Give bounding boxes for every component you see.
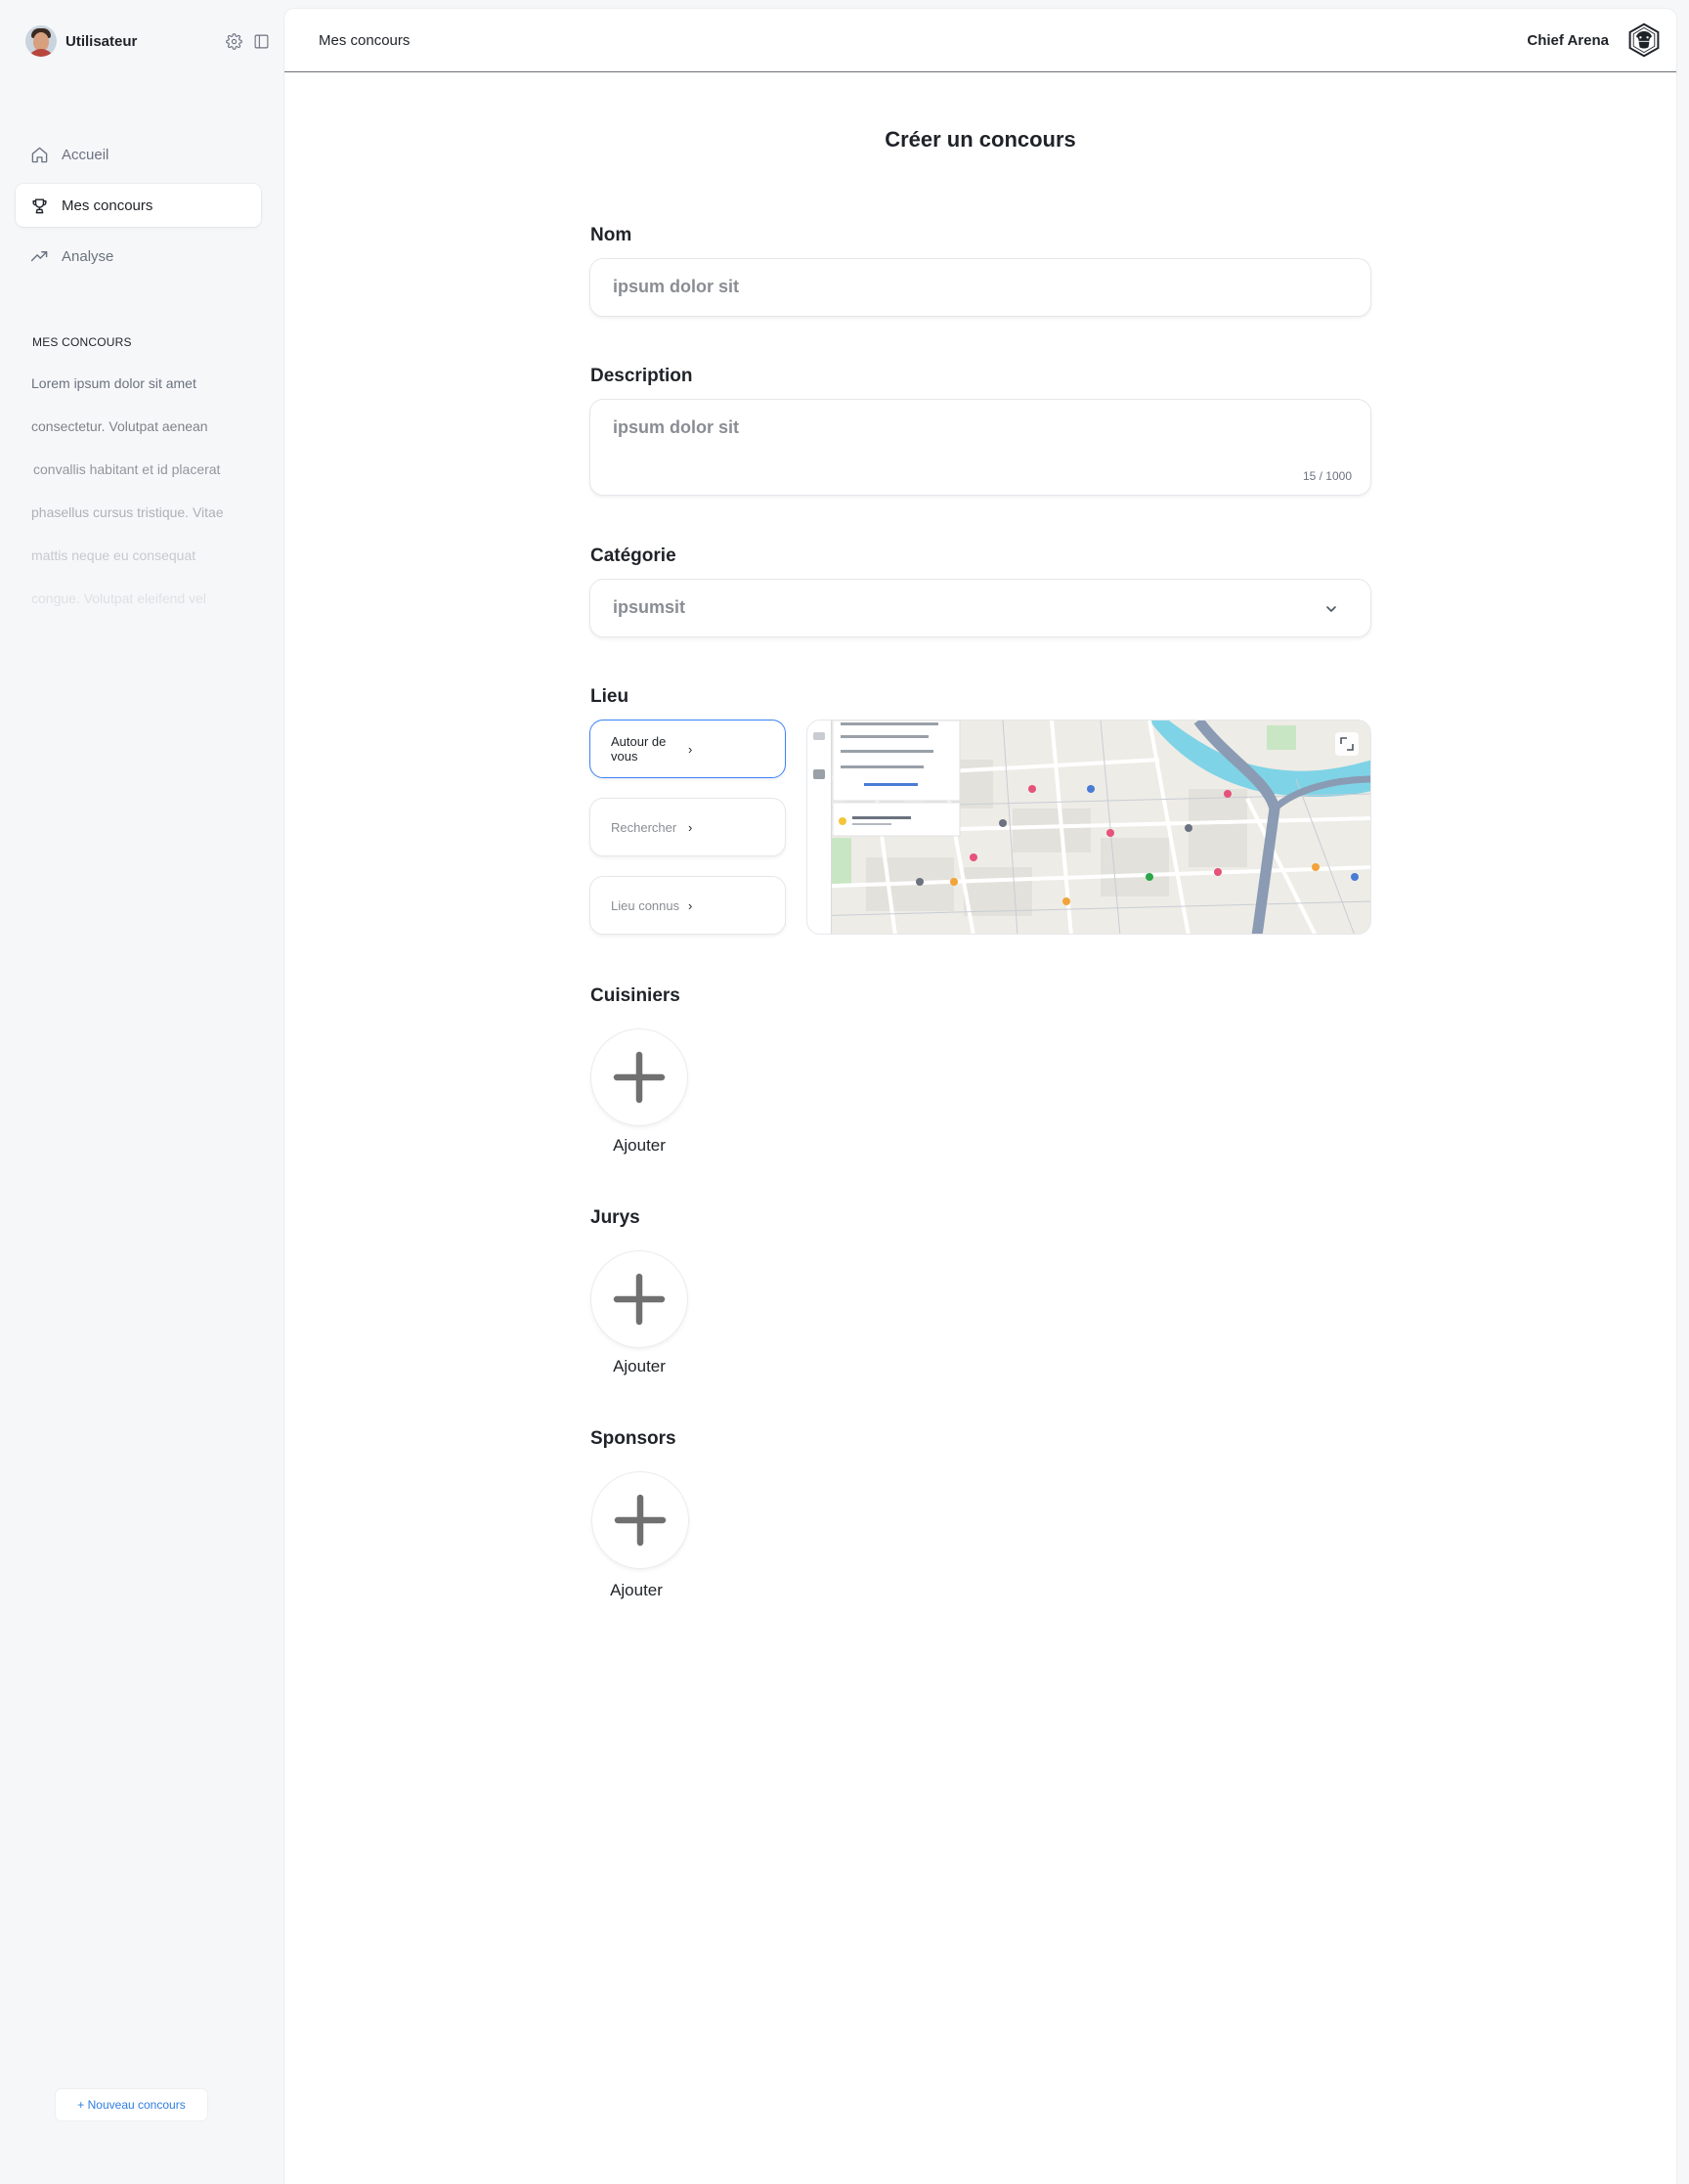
section-title: MES CONCOURS (32, 335, 132, 349)
chevron-right-icon: › (688, 741, 693, 757)
chevron-right-icon: › (688, 897, 693, 913)
sidebar-item-label: Accueil (62, 146, 109, 163)
lieu-option-label: Autour de vous (611, 734, 667, 764)
sponsors-label: Sponsors (590, 1428, 676, 1449)
character-counter: 15 / 1000 (1302, 469, 1352, 483)
chevron-down-icon (1326, 606, 1336, 612)
page-title: Créer un concours (885, 127, 1076, 152)
plus-icon (614, 1494, 667, 1547)
sidebar-item-label: Analyse (62, 247, 114, 265)
breadcrumb: Mes concours (319, 31, 411, 49)
description-label: Description (590, 366, 693, 386)
categorie-value: ipsumsit (613, 597, 686, 617)
list-item[interactable]: congue. Volutpat eleifend vel (30, 587, 265, 630)
sidebar-item-label: Mes concours (62, 197, 153, 214)
lieu-option-rechercher[interactable]: Rechercher › (589, 798, 786, 856)
nom-input[interactable]: ipsum dolor sit (589, 258, 1371, 317)
nom-value: ipsum dolor sit (613, 277, 740, 296)
main-panel: Mes concours Chief Arena Créer un concou… (284, 9, 1676, 2184)
description-textarea[interactable]: ipsum dolor sit 15 / 1000 (589, 399, 1371, 496)
lieu-label: Lieu (590, 686, 629, 707)
add-sponsor-button[interactable] (591, 1471, 689, 1569)
list-item[interactable]: phasellus cursus tristique. Vitae (30, 501, 265, 544)
gear-icon[interactable] (223, 30, 244, 52)
sidebar-nav: Accueil Mes concours Analyse (16, 133, 261, 285)
plus-icon (613, 1051, 666, 1104)
add-sponsor-label: Ajouter (610, 1581, 663, 1599)
user-profile[interactable]: Utilisateur (25, 23, 272, 59)
sidebar-item-accueil[interactable]: Accueil (16, 133, 261, 176)
home-icon (31, 147, 48, 162)
plus-icon (613, 1273, 666, 1326)
list-item[interactable]: consectetur. Volutpat aenean (30, 415, 265, 458)
lieu-option-autour-de-vous[interactable]: Autour de vous › (589, 720, 786, 778)
add-cuisinier-label: Ajouter (613, 1136, 666, 1155)
sidebar-toggle-icon[interactable] (250, 30, 272, 52)
sidebar-item-mes-concours[interactable]: Mes concours (16, 184, 261, 227)
avatar (25, 25, 57, 57)
categorie-select[interactable]: ipsumsit (589, 579, 1371, 637)
new-concours-button[interactable]: + Nouveau concours (56, 2089, 207, 2120)
top-bar: Mes concours Chief Arena (284, 9, 1676, 72)
lieu-option-label: Rechercher (611, 819, 677, 835)
sidebar-item-analyse[interactable]: Analyse (16, 235, 261, 278)
trophy-icon (32, 197, 47, 213)
user-name: Utilisateur (65, 32, 138, 50)
chief-arena-logo (1628, 22, 1660, 58)
sidebar: Utilisateur Accueil Mes concours Analyse… (0, 0, 284, 2184)
chevron-right-icon: › (688, 819, 693, 835)
map-image (807, 721, 1370, 934)
trending-up-icon (30, 250, 48, 261)
brand-name: Chief Arena (1527, 31, 1609, 49)
categorie-label: Catégorie (590, 546, 676, 566)
list-item[interactable]: Lorem ipsum dolor sit amet (30, 371, 265, 415)
list-item[interactable]: convallis habitant et id placerat (30, 458, 265, 501)
add-jury-button[interactable] (590, 1250, 688, 1348)
lieu-option-lieu-connus[interactable]: Lieu connus › (589, 876, 786, 935)
lieu-option-label: Lieu connus (611, 897, 680, 913)
location-map[interactable] (806, 720, 1371, 935)
description-value: ipsum dolor sit (613, 417, 740, 437)
add-jury-label: Ajouter (613, 1357, 666, 1376)
add-cuisinier-button[interactable] (590, 1028, 688, 1126)
concours-list: Lorem ipsum dolor sit amet consectetur. … (30, 371, 265, 630)
cuisiniers-label: Cuisiniers (590, 985, 680, 1006)
list-item[interactable]: mattis neque eu consequat (30, 544, 265, 587)
jurys-label: Jurys (590, 1207, 640, 1228)
nom-label: Nom (590, 225, 632, 245)
